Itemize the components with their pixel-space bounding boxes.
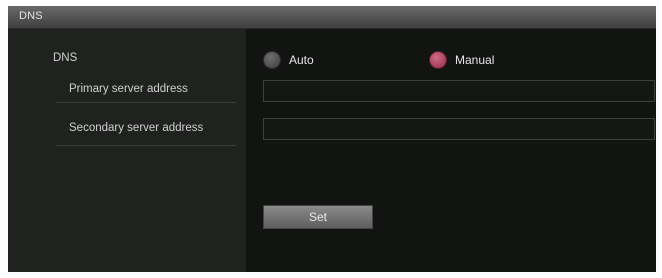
- row-divider: [56, 102, 236, 103]
- set-button[interactable]: Set: [263, 205, 373, 229]
- auto-radio-label: Auto: [289, 53, 314, 67]
- dns-manual-option[interactable]: Manual: [429, 51, 494, 69]
- auto-radio-button[interactable]: [263, 51, 281, 69]
- dns-label: DNS: [53, 52, 78, 64]
- dns-auto-option[interactable]: Auto: [263, 51, 314, 69]
- manual-radio-label: Manual: [455, 53, 495, 67]
- title-bar: DNS: [8, 6, 656, 29]
- manual-radio-button[interactable]: [429, 51, 447, 69]
- secondary-server-address-input[interactable]: [263, 118, 655, 140]
- panel-title: DNS: [19, 10, 43, 22]
- primary-server-address-input[interactable]: [263, 80, 655, 102]
- primary-server-label: Primary server address: [69, 83, 188, 95]
- secondary-server-label: Secondary server address: [69, 122, 204, 134]
- labels-column: [8, 29, 246, 272]
- row-divider: [56, 145, 236, 146]
